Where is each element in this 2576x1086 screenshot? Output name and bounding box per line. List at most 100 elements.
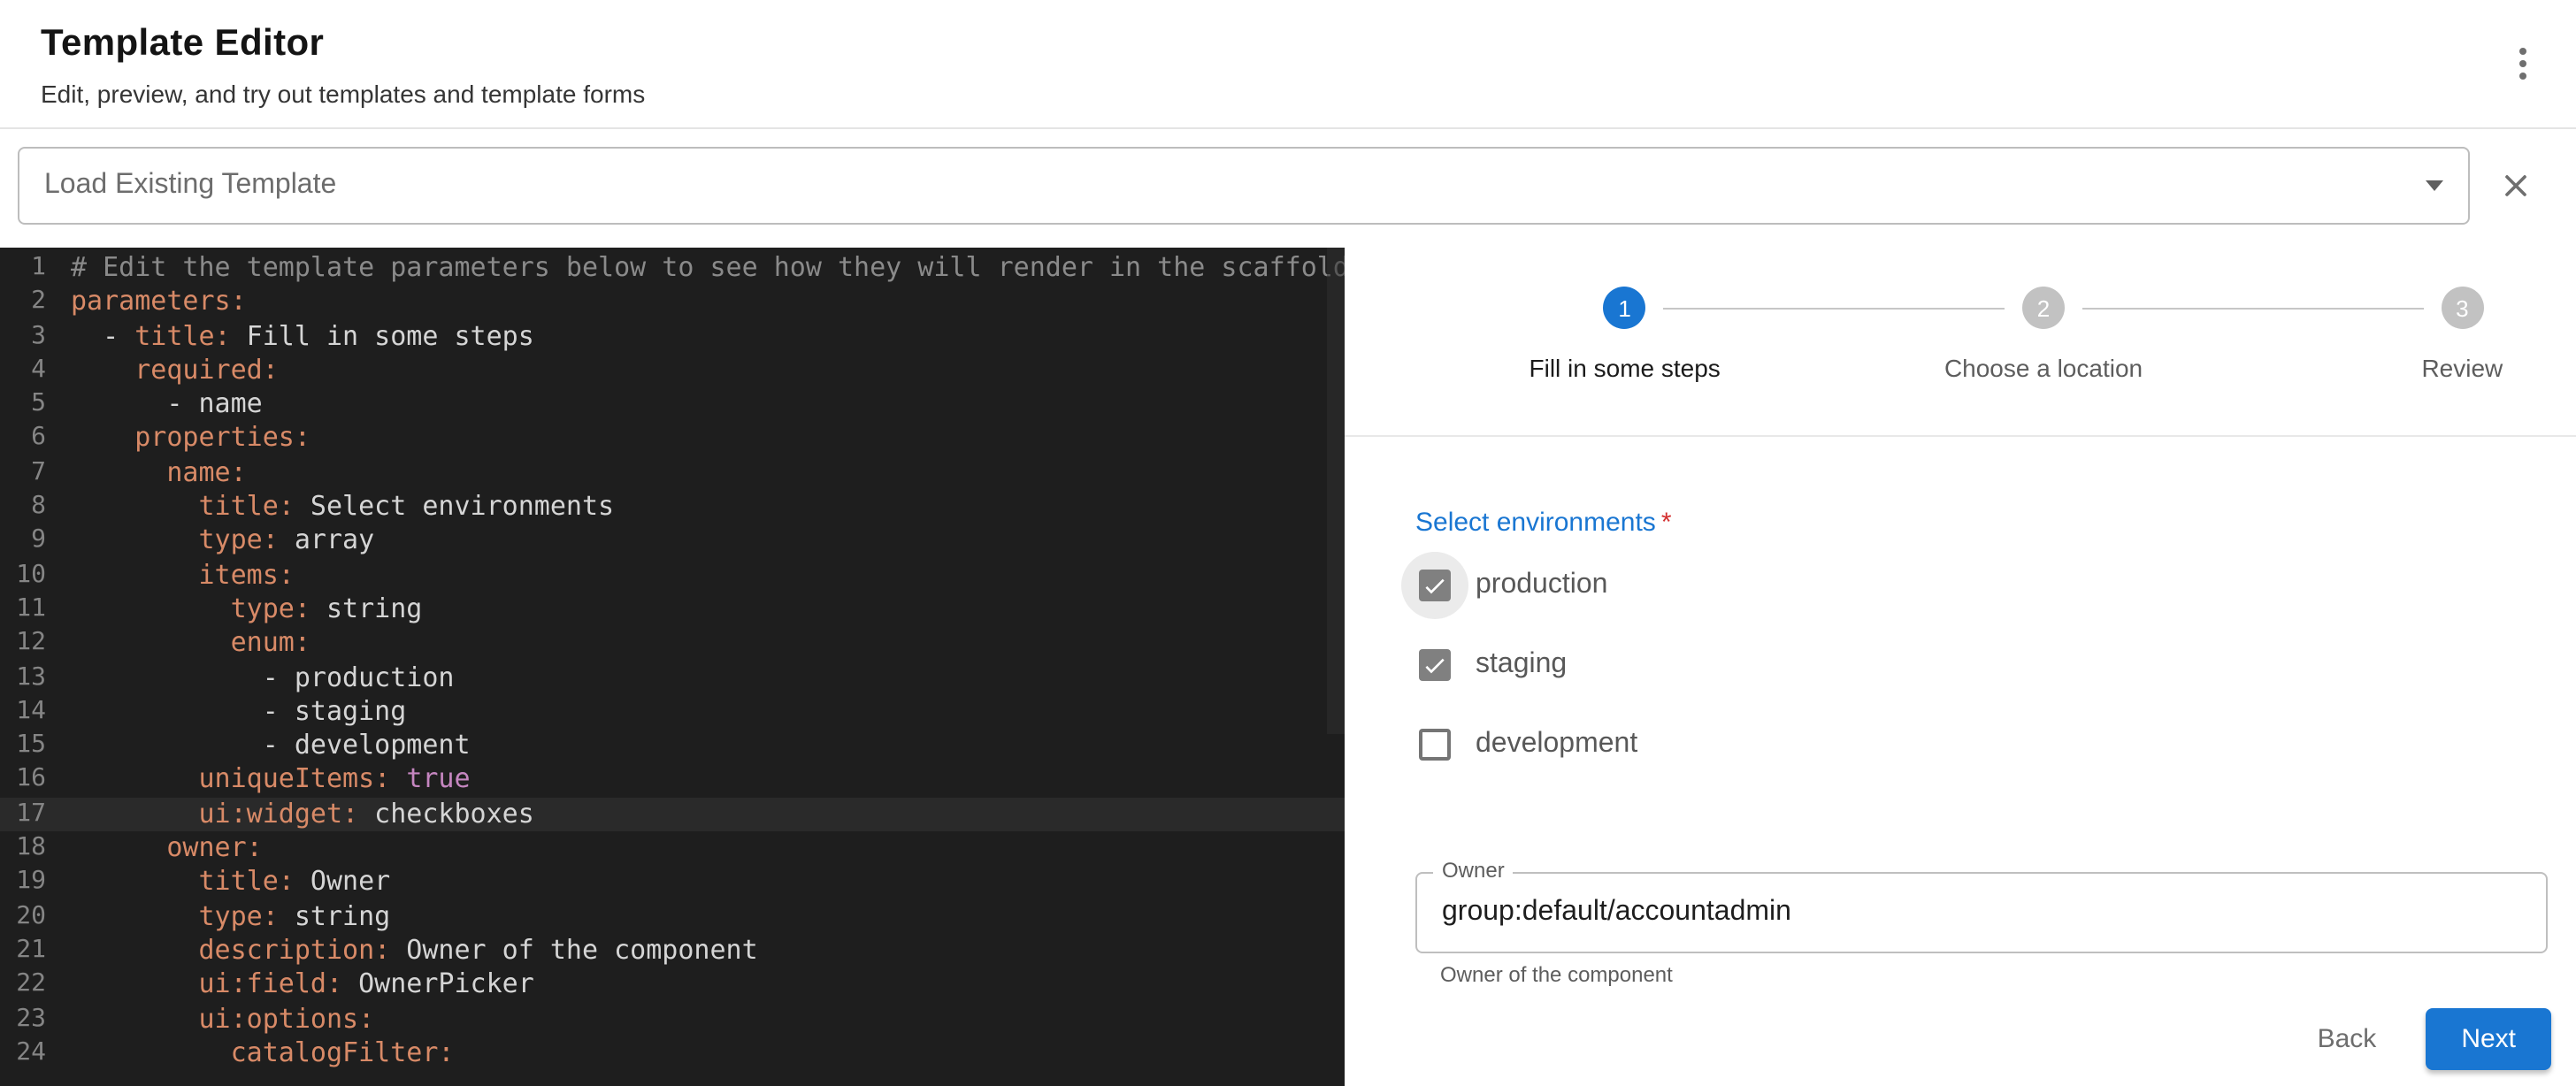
code-line: 18 owner: [0,831,1345,866]
staging-checkbox-label: staging [1476,648,1567,680]
line-number: 23 [0,1002,71,1036]
page-title: Template Editor [41,23,2534,65]
line-number: 14 [0,695,71,730]
checkbox-row-production[interactable]: production [1415,545,2548,624]
select-environments-text: Select environments [1415,508,1656,538]
step-3-label: Review [2421,354,2503,382]
load-existing-template-placeholder: Load Existing Template [44,170,2411,202]
header: Template Editor Edit, preview, and try o… [0,0,2576,129]
code-line: 7 name: [0,456,1345,491]
line-number: 2 [0,286,71,320]
development-checkbox-label: development [1476,728,1637,760]
template-editor-app: Template Editor Edit, preview, and try o… [0,0,2576,1086]
main-split: 1# Edit the template parameters below to… [0,248,2576,1086]
line-number: 22 [0,967,71,1002]
checkbox-ripple [1401,710,1468,777]
line-number: 24 [0,1036,71,1071]
code-line: 16 uniqueItems: true [0,763,1345,798]
development-checkbox[interactable] [1419,728,1451,760]
code-line: 20 type: string [0,899,1345,934]
line-number: 19 [0,866,71,900]
code-line: 4 required: [0,354,1345,388]
code-line: 6 properties: [0,422,1345,456]
form-area: Select environments* production [1345,437,2576,987]
line-number: 6 [0,422,71,456]
code-line: 13 - production [0,661,1345,695]
step-3-icon: 3 [2441,287,2483,329]
code-line: 24 catalogFilter: [0,1036,1345,1071]
code-line: 5 - name [0,387,1345,422]
back-button[interactable]: Back [2293,1010,2402,1068]
line-number: 15 [0,729,71,763]
code-line: 19 title: Owner [0,866,1345,900]
owner-helper-text: Owner of the component [1440,962,2523,987]
line-number: 5 [0,387,71,422]
production-checkbox-label: production [1476,569,1607,600]
line-number: 3 [0,319,71,354]
code-line: 11 type: string [0,593,1345,627]
owner-input[interactable]: group:default/accountadmin [1415,872,2548,953]
next-button[interactable]: Next [2426,1008,2551,1070]
line-number: 13 [0,661,71,695]
load-existing-template-select[interactable]: Load Existing Template [18,147,2470,225]
code-line: 22 ui:field: OwnerPicker [0,967,1345,1002]
line-number: 1 [0,251,71,286]
close-icon[interactable] [2498,168,2534,203]
line-number: 7 [0,456,71,491]
code-lines: 1# Edit the template parameters below to… [0,251,1345,1070]
line-number: 18 [0,831,71,866]
code-line: 14 - staging [0,695,1345,730]
step-1-label: Fill in some steps [1530,354,1721,382]
line-number: 10 [0,558,71,593]
checkbox-ripple [1401,551,1468,618]
step-connector [2082,308,2423,310]
owner-field-block: Owner group:default/accountadmin Owner o… [1415,872,2548,987]
code-line: 17 ui:widget: checkboxes [0,798,1345,832]
step-connector [1664,308,2005,310]
preview-pane: 1 Fill in some steps 2 Choose a location… [1345,248,2576,1086]
chevron-down-icon [2426,180,2443,191]
step-choose-a-location: 2 Choose a location [1834,287,2252,382]
load-template-row: Load Existing Template [0,129,2576,248]
checkbox-ripple [1401,631,1468,698]
checkbox-row-staging[interactable]: staging [1415,624,2548,704]
line-number: 21 [0,934,71,968]
staging-checkbox[interactable] [1419,648,1451,680]
code-editor[interactable]: 1# Edit the template parameters below to… [0,248,1345,1086]
step-review: 3 Review [2253,287,2576,382]
code-line: 2parameters: [0,286,1345,320]
line-number: 9 [0,524,71,559]
step-1-icon: 1 [1604,287,1646,329]
line-number: 17 [0,798,71,832]
line-number: 12 [0,627,71,662]
code-line: 9 type: array [0,524,1345,559]
code-line: 3 - title: Fill in some steps [0,319,1345,354]
line-number: 4 [0,354,71,388]
owner-input-value: group:default/accountadmin [1442,897,1791,929]
required-asterisk: * [1661,508,1672,538]
more-options-icon[interactable] [2505,44,2541,83]
line-number: 8 [0,490,71,524]
stepper: 1 Fill in some steps 2 Choose a location… [1415,248,2576,435]
code-line: 1# Edit the template parameters below to… [0,251,1345,286]
environment-checkbox-group: production staging [1415,545,2548,784]
code-line: 15 - development [0,729,1345,763]
step-fill-in-some-steps: 1 Fill in some steps [1415,287,1834,382]
step-2-label: Choose a location [1944,354,2143,382]
step-2-icon: 2 [2022,287,2065,329]
code-line: 21 description: Owner of the component [0,934,1345,968]
owner-field-label: Owner [1433,858,1514,883]
code-line: 12 enum: [0,627,1345,662]
checkbox-row-development[interactable]: development [1415,704,2548,784]
page-subtitle: Edit, preview, and try out templates and… [41,80,2534,108]
select-environments-label: Select environments* [1415,508,2548,538]
production-checkbox[interactable] [1419,569,1451,600]
line-number: 16 [0,763,71,798]
code-line: 23 ui:options: [0,1002,1345,1036]
line-number: 11 [0,593,71,627]
line-number: 20 [0,899,71,934]
code-line: 10 items: [0,558,1345,593]
code-line: 8 title: Select environments [0,490,1345,524]
editor-scrollbar[interactable] [1327,248,1345,734]
wizard-footer: Back Next [2293,1008,2551,1070]
